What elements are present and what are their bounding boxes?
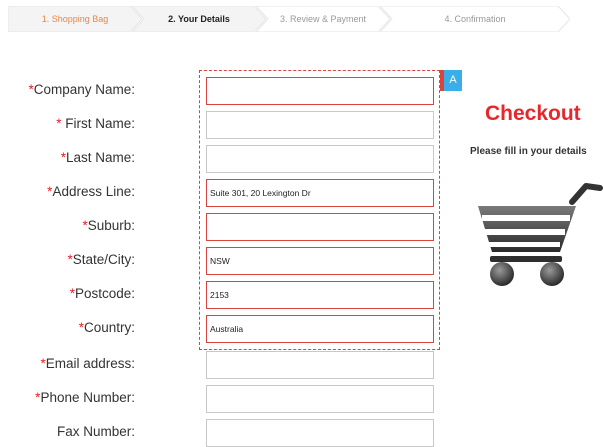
field-label: *Company Name: xyxy=(28,82,135,97)
step-label: 2. Your Details xyxy=(168,14,230,24)
field-label: *State/City: xyxy=(67,252,135,267)
field-label: *Country: xyxy=(78,320,135,335)
field-label: *Address Line: xyxy=(47,184,135,199)
field-label: * First Name: xyxy=(56,116,135,131)
field-label: *Email address: xyxy=(40,356,135,371)
checkout-subtitle: Please fill in your details xyxy=(470,146,587,157)
checkout-steps: 1. Shopping Bag 2. Your Details 3. Revie… xyxy=(8,6,570,32)
email-field[interactable] xyxy=(206,351,434,379)
field-label: *Phone Number: xyxy=(35,390,135,405)
fax-number-field[interactable] xyxy=(206,419,434,447)
step-label: 4. Confirmation xyxy=(444,14,506,24)
field-label: Fax Number: xyxy=(56,424,135,439)
form-row-fax: Fax Number: xyxy=(0,418,440,447)
step-your-details[interactable]: 2. Your Details xyxy=(132,6,266,32)
field-label: *Suburb: xyxy=(82,218,135,233)
checkout-title: Checkout xyxy=(485,102,581,125)
step-confirmation[interactable]: 4. Confirmation xyxy=(380,6,570,32)
step-review-payment[interactable]: 3. Review & Payment xyxy=(256,6,390,32)
field-label: *Last Name: xyxy=(60,150,135,165)
step-shopping-bag[interactable]: 1. Shopping Bag xyxy=(8,6,142,32)
step-label: 3. Review & Payment xyxy=(279,14,367,24)
form-row-phone: *Phone Number: xyxy=(0,384,440,413)
shopping-cart-icon xyxy=(476,180,604,295)
field-label: *Postcode: xyxy=(69,286,135,301)
selection-tag: A xyxy=(440,70,462,91)
phone-number-field[interactable] xyxy=(206,385,434,413)
form-row-email: *Email address: xyxy=(0,350,440,379)
step-label: 1. Shopping Bag xyxy=(41,14,109,24)
selection-outline xyxy=(199,70,440,350)
